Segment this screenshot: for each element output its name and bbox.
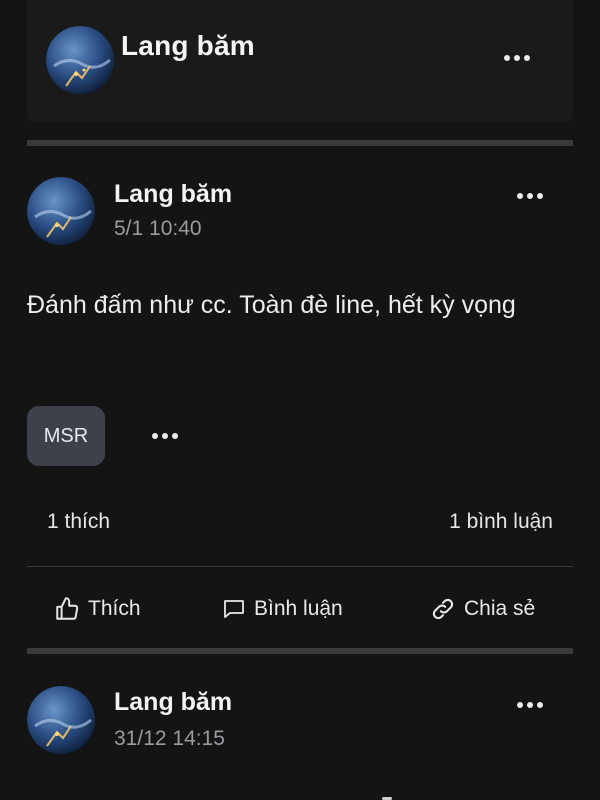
more-horizontal-icon[interactable] — [145, 424, 185, 448]
stats-divider — [27, 566, 573, 567]
like-button-label: Thích — [88, 597, 141, 620]
link-icon — [432, 598, 454, 620]
share-button[interactable]: Chia sẻ — [430, 593, 535, 625]
avatar[interactable] — [46, 26, 114, 94]
thumbs-up-icon — [56, 597, 79, 620]
more-horizontal-icon[interactable] — [510, 184, 550, 208]
post-avatar[interactable] — [27, 177, 95, 245]
profile-header-card: Lang băm — [27, 0, 573, 122]
comment-icon — [224, 600, 244, 618]
section-divider — [27, 140, 573, 146]
post-author-name[interactable]: Lang băm — [114, 180, 232, 209]
share-button-label: Chia sẻ — [464, 597, 536, 620]
section-divider — [27, 648, 573, 654]
post-author-name[interactable]: Lang băm — [114, 688, 232, 717]
profile-name: Lang băm — [121, 30, 255, 61]
post-avatar[interactable] — [27, 686, 95, 754]
like-count[interactable]: 1 thích — [47, 510, 110, 534]
comment-button-label: Bình luận — [254, 597, 343, 620]
more-horizontal-icon[interactable] — [510, 693, 550, 717]
avatar-earth-image — [27, 177, 95, 245]
like-button[interactable]: Thích — [54, 593, 141, 625]
avatar-earth-image — [46, 26, 114, 94]
comment-button[interactable]: Bình luận — [222, 593, 343, 625]
avatar-earth-image — [27, 686, 95, 754]
post-body-text: Đánh đấm như cc. Toàn đè line, hết kỳ vọ… — [27, 291, 516, 319]
more-horizontal-icon[interactable] — [497, 46, 537, 70]
comment-count[interactable]: 1 bình luận — [449, 510, 553, 534]
tag-chip[interactable]: MSR — [27, 406, 105, 466]
post-timestamp: 31/12 14:15 — [114, 727, 225, 750]
post-timestamp: 5/1 10:40 — [114, 217, 202, 240]
feed-page: Lang băm Lang băm 5/1 10:40 Đánh đấm như… — [0, 0, 600, 800]
